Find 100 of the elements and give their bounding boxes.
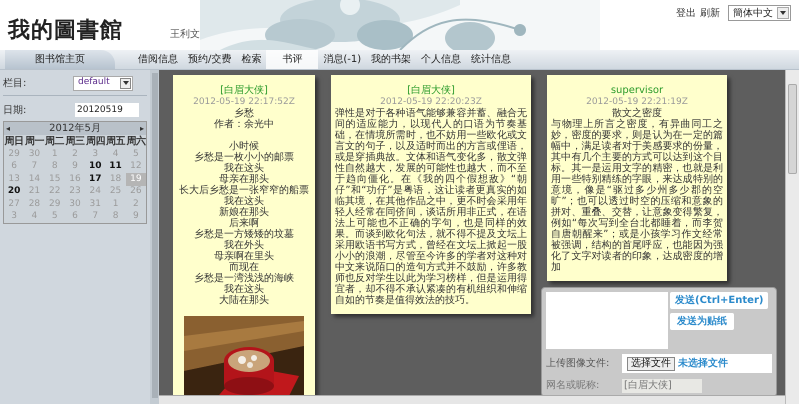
calendar-day[interactable]: 8 xyxy=(44,160,65,173)
dropdown-icon xyxy=(120,78,131,88)
previous-month-button[interactable]: ◂ xyxy=(6,122,10,134)
calendar-day[interactable]: 21 xyxy=(24,186,45,198)
note-line: 乡愁是一方矮矮的坟墓 xyxy=(194,229,294,240)
note-time: 2012-05-19 22:17:52Z xyxy=(193,97,295,108)
note-time: 2012-05-19 22:20:23Z xyxy=(380,97,482,108)
calendar-day[interactable]: 11 xyxy=(105,160,126,173)
weekday-label: 周二 xyxy=(44,135,65,148)
calendar-day[interactable]: 23 xyxy=(64,186,86,198)
note-line: 后来啊 xyxy=(229,218,259,229)
calendar-day[interactable]: 19 xyxy=(126,173,146,186)
note-line: 新娘在那头 xyxy=(219,207,269,218)
calendar-day[interactable]: 9 xyxy=(126,210,146,223)
calendar-day[interactable]: 13 xyxy=(4,173,24,186)
choose-file-button[interactable]: 选择文件 xyxy=(627,356,675,370)
calendar-day[interactable]: 22 xyxy=(44,186,65,198)
nav-tab[interactable]: 书评 xyxy=(266,50,318,69)
weekday-label: 周日 xyxy=(4,135,24,148)
calendar-day[interactable]: 12 xyxy=(126,160,146,173)
calendar-day[interactable]: 30 xyxy=(64,198,86,210)
comment-field[interactable] xyxy=(546,292,668,349)
note-author: [白眉大侠] xyxy=(407,85,455,97)
note-text: 弹性是对于各种语气能够兼容并蓄、融合无间的适应能力，以现代人的口语为节奏基础，在情境所需时，也不妨用一些欧化或文言文的句子，以及适时而出的方言或俚语，或是穿插典故。文体和语气变化多，散文弹性自然越大，发展的可能性也越大，而不至于趋向僵化。在《我的四个假想敌》“朝仔”和“功仔”是粤语，这让读者更真实的如临其境，在其他作品之中，更不时会采用年轻人经常在同侪间，谈话所用非正式，在语法上可能也不正确的字句，也是同样的效果。而谈到欧化句法，就不得不提及文坛上采用欧语书写方式，曾经在文坛上掀起一股小小的浪潮，尽管至今许多的学者对这种对中文来说陌口的造句方式并不鼓励，许多教师也反对学生以此为学习榜样，但是运用得宜者，却不得不承认紧凑的有机组织和伸缩自如的节奏是值得效法的技巧。 xyxy=(335,108,527,306)
note-line: 而现在 xyxy=(229,262,259,273)
calendar-day[interactable]: 7 xyxy=(24,160,45,173)
weekday-label: 周六 xyxy=(126,135,146,148)
calendar-day[interactable]: 20 xyxy=(4,186,24,198)
note-line: 母亲啊在里头 xyxy=(214,251,274,262)
language-select[interactable]: 簡体中文 xyxy=(728,5,791,21)
calendar-day[interactable]: 17 xyxy=(85,173,106,186)
calendar-day[interactable]: 1 xyxy=(105,198,126,210)
weekday-label: 周一 xyxy=(24,135,45,148)
send-button[interactable]: 发送(Ctrl+Enter) xyxy=(670,292,768,309)
note-line: 我在外头 xyxy=(224,240,264,251)
calendar-day[interactable]: 25 xyxy=(105,186,126,198)
calendar-day[interactable]: 18 xyxy=(105,173,126,186)
note-line: 我在这头 xyxy=(224,163,264,174)
nav-tab[interactable]: 预约/交费 xyxy=(183,50,236,69)
note-line: 作者：余光中 xyxy=(214,119,274,130)
column-select[interactable]: default xyxy=(73,76,133,90)
nav-tab[interactable]: 我的书架 xyxy=(366,50,416,69)
calendar-day[interactable]: 31 xyxy=(85,198,106,210)
splitter-bar[interactable] xyxy=(152,73,158,398)
calendar-day[interactable]: 24 xyxy=(85,186,106,198)
note-line: 大陆在那头 xyxy=(219,295,269,306)
note-line: 长大后乡愁是一张窄窄的船票 xyxy=(179,185,309,196)
note-author: [白眉大侠] xyxy=(220,85,268,97)
date-field[interactable]: 20120519 xyxy=(75,103,139,117)
calendar-day[interactable]: 27 xyxy=(4,198,24,210)
note-line: 小时候 xyxy=(229,141,259,152)
calendar-day[interactable]: 10 xyxy=(85,160,106,173)
calendar-day[interactable]: 5 xyxy=(126,148,146,160)
note-line: 乡愁是一枚小小的邮票 xyxy=(194,152,294,163)
header-link[interactable]: 登出 xyxy=(676,6,696,20)
calendar-day[interactable]: 7 xyxy=(85,210,106,223)
calendar-day[interactable]: 9 xyxy=(64,160,86,173)
calendar-day[interactable]: 14 xyxy=(24,173,45,186)
nav-tab[interactable]: 个人信息 xyxy=(416,50,466,69)
note-line: 乡愁是一湾浅浅的海峡 xyxy=(194,273,294,284)
calendar-day[interactable]: 4 xyxy=(105,148,126,160)
calendar-day[interactable]: 29 xyxy=(4,148,24,160)
horizontal-scrollbar[interactable] xyxy=(159,395,785,404)
calendar-day[interactable]: 16 xyxy=(64,173,86,186)
calendar-day[interactable]: 1 xyxy=(44,148,65,160)
field-label: 日期: xyxy=(3,104,26,118)
nav-tab[interactable]: 检索 xyxy=(236,50,266,69)
file-status: 未选择文件 xyxy=(678,356,728,371)
nav-tab[interactable]: 借阅信息 xyxy=(133,50,183,69)
home-tab[interactable]: 图书馆主页 xyxy=(5,50,115,69)
calendar-day[interactable]: 30 xyxy=(24,148,45,160)
scrollbar-thumb[interactable] xyxy=(788,84,797,174)
note-line: 散文之密度 xyxy=(612,108,662,119)
calendar-day[interactable]: 2 xyxy=(64,148,86,160)
send-as-sticker-button[interactable]: 发送为贴纸 xyxy=(670,313,734,330)
calendar-day[interactable]: 6 xyxy=(64,210,86,223)
nav-tab[interactable]: 消息(-1) xyxy=(318,50,366,69)
calendar-day[interactable]: 5 xyxy=(44,210,65,223)
note-line: 乡愁 xyxy=(234,108,254,119)
nav-tab[interactable]: 统计信息 xyxy=(466,50,516,69)
calendar-day[interactable]: 6 xyxy=(4,160,24,173)
weekday-label: 周三 xyxy=(64,135,86,148)
calendar-day[interactable]: 29 xyxy=(44,198,65,210)
calendar-day[interactable]: 3 xyxy=(4,210,24,223)
vertical-scrollbar[interactable] xyxy=(785,70,799,404)
next-month-button[interactable]: ▸ xyxy=(140,122,144,134)
calendar-day[interactable]: 28 xyxy=(24,198,45,210)
note-line: 母亲在那头 xyxy=(219,174,269,185)
calendar-day[interactable]: 4 xyxy=(24,210,45,223)
note-line: 我在这头 xyxy=(224,196,264,207)
calendar-day[interactable]: 2 xyxy=(126,198,146,210)
calendar-day[interactable]: 26 xyxy=(126,186,146,198)
note-text: 与物理上所言之密度，有异曲同工之妙，密度的要求，则是认为在一定的篇幅中，满足读者对于美感要求的份量，其中有几个主要的方式可以达到这个目标。其一是运用文字的精密，也就是利用一些特别精练的字眼，来达成特别的意境，像是“驱过多少州多少郡的空旷”；也可以透过时空的压缩和意象的拼对、重叠、交替，让意象变得繁复，例如“每次写到全台北都睡着，而李贺自唐朝醒来”；或是小孩学习作文经常被强调，结构的首尾呼应，也能因为强化了文字对读者的印象，达成密度的增加 xyxy=(551,119,723,273)
calendar-day[interactable]: 3 xyxy=(85,148,106,160)
calendar-day[interactable]: 15 xyxy=(44,173,65,186)
field-label: 上传图像文件: xyxy=(546,356,610,371)
user-name: 王利文 xyxy=(170,28,200,42)
month-title: 2012年5月 xyxy=(49,122,101,136)
header-link[interactable]: 刷新 xyxy=(700,6,720,20)
calendar-day[interactable]: 8 xyxy=(105,210,126,223)
